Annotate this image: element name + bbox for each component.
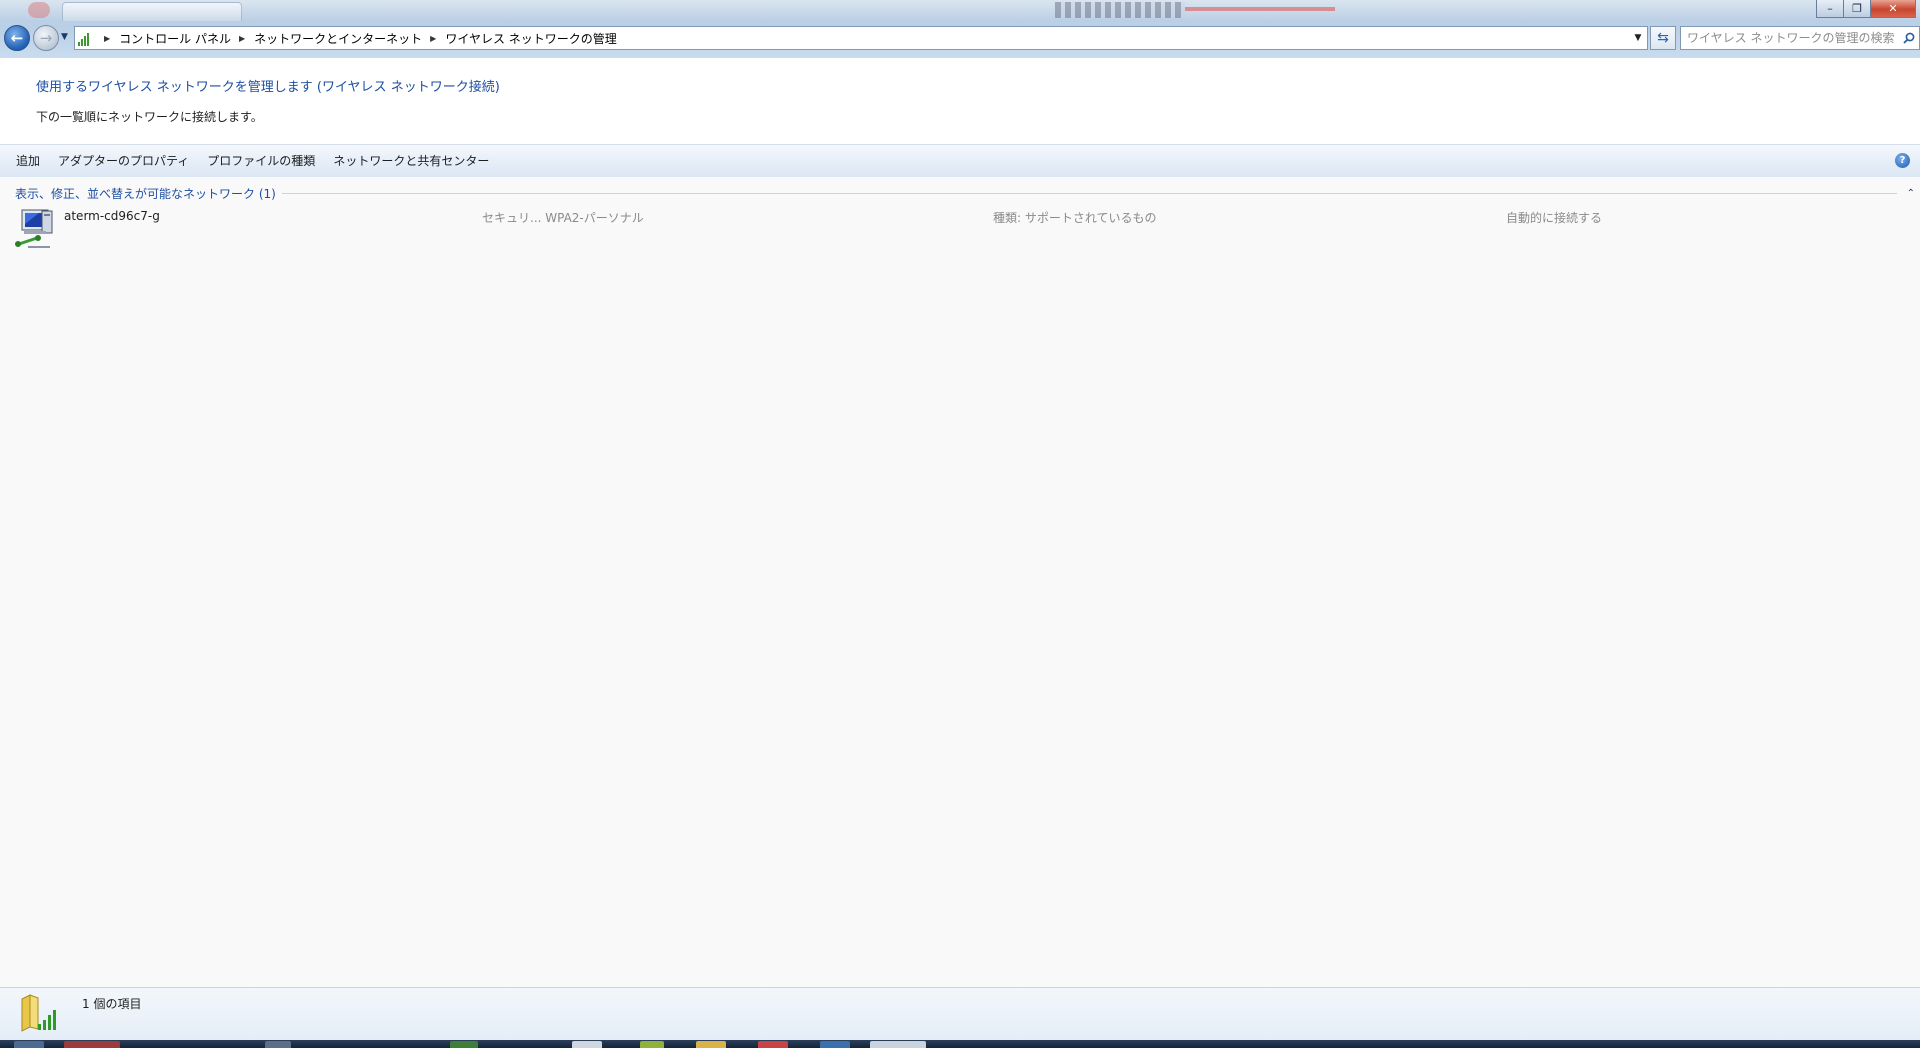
search-box[interactable] xyxy=(1680,26,1920,50)
breadcrumb-manage-wireless[interactable]: ワイヤレス ネットワークの管理 xyxy=(445,30,616,47)
back-button[interactable]: ← xyxy=(4,25,30,51)
details-pane: 1 個の項目 xyxy=(0,987,1920,1040)
wireless-networks-folder-icon xyxy=(21,994,56,1032)
background-pattern xyxy=(1055,2,1185,18)
back-arrow-icon: ← xyxy=(10,29,24,47)
breadcrumb-control-panel[interactable]: コントロール パネル xyxy=(119,30,231,47)
group-title[interactable]: 表示、修正、並べ替えが可能なネットワーク (1) xyxy=(15,185,276,202)
network-connection-mode: 自動的に接続する xyxy=(1506,211,1603,225)
close-button[interactable]: ✕ xyxy=(1871,0,1916,18)
refresh-button[interactable]: ⇆ xyxy=(1650,26,1676,50)
background-browser-tab xyxy=(62,2,242,21)
breadcrumb-separator-icon[interactable]: ▶ xyxy=(430,34,436,43)
wireless-network-icon xyxy=(78,30,96,46)
item-count: 1 個の項目 xyxy=(82,997,142,1011)
window-chrome: – ❐ ✕ ← → ▼ ▶ コントロール パネル ▶ ネットワークとインターネッ… xyxy=(0,0,1920,59)
command-bar: 追加 アダプターのプロパティ プロファイルの種類 ネットワークと共有センター ? xyxy=(0,144,1920,178)
taskbar xyxy=(0,1040,1920,1048)
start-button[interactable] xyxy=(14,1041,44,1048)
taskbar-app-button[interactable] xyxy=(572,1041,602,1048)
page-title-link[interactable]: 使用するワイヤレス ネットワークを管理します (ワイヤレス ネットワーク接続) xyxy=(36,76,500,95)
address-dropdown-icon[interactable]: ▼ xyxy=(1629,27,1647,49)
breadcrumb-separator-icon[interactable]: ▶ xyxy=(239,34,245,43)
maximize-button[interactable]: ❐ xyxy=(1844,0,1871,18)
navigation-bar: ← → ▼ ▶ コントロール パネル ▶ ネットワークとインターネット ▶ ワイ… xyxy=(0,24,1920,52)
background-bar xyxy=(1185,7,1335,11)
network-security: セキュリ... WPA2-パーソナル xyxy=(482,211,644,225)
network-name: aterm-cd96c7-g xyxy=(64,209,160,223)
window-controls: – ❐ ✕ xyxy=(1816,0,1916,18)
control-panel-window: – ❐ ✕ ← → ▼ ▶ コントロール パネル ▶ ネットワークとインターネッ… xyxy=(0,0,1920,1040)
taskbar-active-app-button[interactable] xyxy=(870,1041,926,1048)
minimize-button[interactable]: – xyxy=(1816,0,1844,18)
taskbar-app-button[interactable] xyxy=(696,1041,726,1048)
network-sharing-center-button[interactable]: ネットワークと共有センター xyxy=(324,149,498,173)
taskbar-app-button[interactable] xyxy=(640,1041,664,1048)
taskbar-app-button[interactable] xyxy=(64,1041,120,1048)
add-button[interactable]: 追加 xyxy=(7,149,49,173)
address-bar[interactable]: ▶ コントロール パネル ▶ ネットワークとインターネット ▶ ワイヤレス ネッ… xyxy=(74,26,1648,50)
help-icon[interactable]: ? xyxy=(1895,153,1910,168)
taskbar-app-button[interactable] xyxy=(265,1041,291,1048)
network-type: 種類: サポートされているもの xyxy=(993,211,1157,225)
page-description: 下の一覧順にネットワークに接続します。 xyxy=(36,110,263,124)
group-divider xyxy=(281,192,1897,194)
background-app-icon xyxy=(28,2,50,18)
profile-types-button[interactable]: プロファイルの種類 xyxy=(198,149,324,173)
collapse-icon[interactable]: ⌃ xyxy=(1907,188,1915,199)
network-list-item[interactable]: aterm-cd96c7-g セキュリ... WPA2-パーソナル 種類: サポ… xyxy=(8,207,1908,255)
network-group-header[interactable]: 表示、修正、並べ替えが可能なネットワーク (1) ⌃ xyxy=(15,185,1915,201)
forward-arrow-icon: → xyxy=(39,29,53,47)
breadcrumb-separator-icon[interactable]: ▶ xyxy=(104,34,110,43)
refresh-icon: ⇆ xyxy=(1657,30,1669,46)
search-input[interactable] xyxy=(1681,30,1899,46)
adapter-properties-button[interactable]: アダプターのプロパティ xyxy=(49,149,198,173)
forward-button[interactable]: → xyxy=(33,25,59,51)
taskbar-app-button[interactable] xyxy=(758,1041,788,1048)
search-icon[interactable] xyxy=(1899,32,1919,44)
breadcrumb-network-internet[interactable]: ネットワークとインターネット xyxy=(254,30,422,47)
page-header: 使用するワイヤレス ネットワークを管理します (ワイヤレス ネットワーク接続) … xyxy=(0,58,1920,144)
title-bar[interactable] xyxy=(0,0,1920,22)
recent-pages-dropdown[interactable]: ▼ xyxy=(61,32,68,42)
wireless-network-profile-icon xyxy=(15,209,53,248)
network-list-area: 表示、修正、並べ替えが可能なネットワーク (1) ⌃ aterm-cd96c7-… xyxy=(0,177,1920,987)
taskbar-app-button[interactable] xyxy=(450,1041,478,1048)
taskbar-app-button[interactable] xyxy=(820,1041,850,1048)
